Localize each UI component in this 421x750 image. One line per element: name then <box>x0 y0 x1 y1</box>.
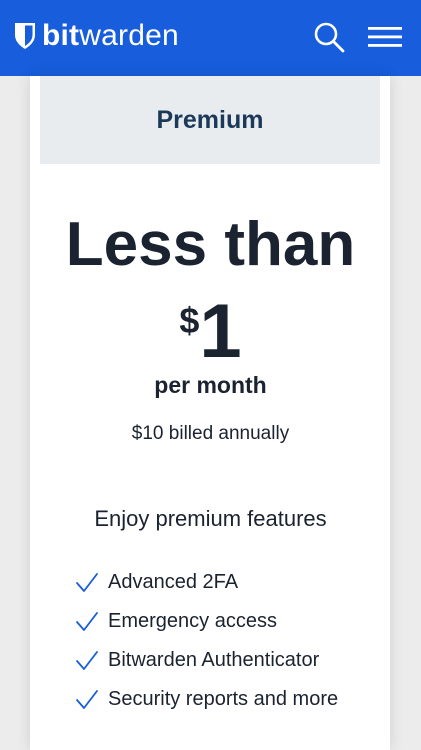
feature-item: Security reports and more <box>75 680 338 719</box>
price-amount: 1 <box>199 289 242 374</box>
feature-item: Emergency access <box>75 602 338 641</box>
check-icon <box>76 650 98 670</box>
price-currency: $ <box>179 300 200 341</box>
feature-list: Advanced 2FA Emergency access Bitwarden … <box>75 563 338 719</box>
menu-button[interactable] <box>366 22 404 52</box>
check-icon <box>76 689 98 709</box>
bitwarden-logo[interactable]: bitwarden <box>14 20 179 52</box>
check-icon <box>76 572 98 592</box>
price-headline: Less than <box>65 210 356 279</box>
feature-label: Emergency access <box>108 610 277 632</box>
top-nav-bar: bitwarden <box>0 0 421 76</box>
features-title: Enjoy premium features <box>94 506 327 531</box>
price-period: per month <box>154 372 267 398</box>
search-icon <box>314 22 345 53</box>
hamburger-menu-icon <box>368 27 402 47</box>
logo-text-light: warden <box>79 19 179 52</box>
feature-label: Advanced 2FA <box>108 571 239 593</box>
feature-item: Bitwarden Authenticator <box>75 641 338 680</box>
shield-logo-icon <box>15 23 35 49</box>
logo-wordmark: bitwarden <box>42 20 179 52</box>
price: $1 <box>0 292 421 372</box>
feature-label: Security reports and more <box>108 688 339 710</box>
check-icon <box>76 611 98 631</box>
plan-name: Premium <box>156 105 264 134</box>
logo-text-bold: bit <box>42 19 80 52</box>
feature-label: Bitwarden Authenticator <box>108 649 320 671</box>
card-header: Premium <box>40 76 380 164</box>
feature-item: Advanced 2FA <box>75 563 338 602</box>
billing-note: $10 billed annually <box>131 423 290 444</box>
search-button[interactable] <box>312 20 346 54</box>
